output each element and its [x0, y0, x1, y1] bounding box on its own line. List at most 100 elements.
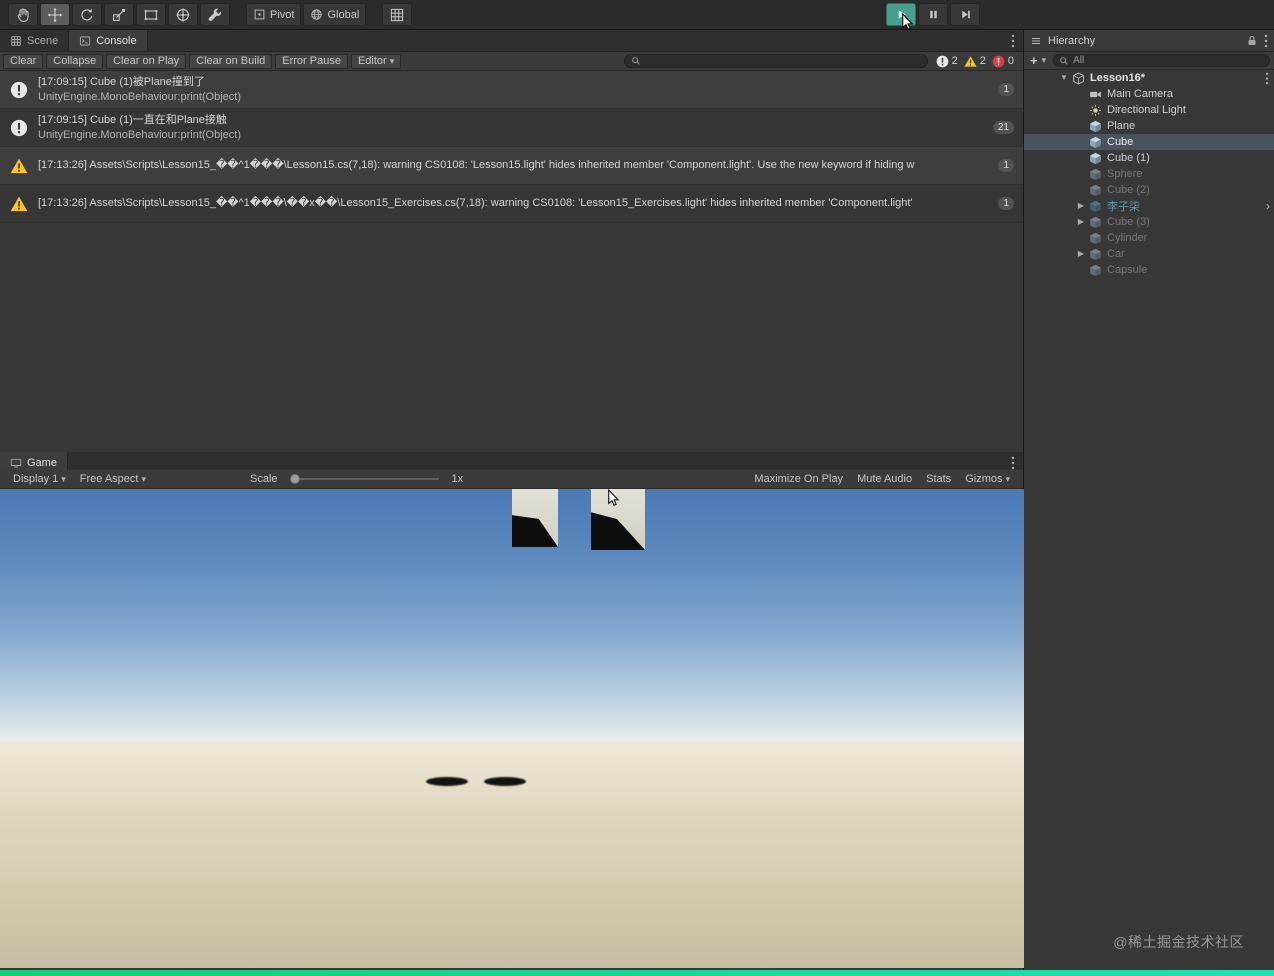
- hierarchy-item-inactive[interactable]: Car: [1024, 246, 1274, 262]
- log-message: [17:09:15] Cube (1)被Plane撞到了: [38, 75, 205, 88]
- item-label: 李子柒: [1107, 201, 1140, 213]
- mute-audio-button[interactable]: Mute Audio: [850, 473, 919, 485]
- global-toggle-button[interactable]: Global: [303, 3, 367, 26]
- expand-arrow-icon[interactable]: [1075, 201, 1087, 210]
- item-label: Cube: [1107, 136, 1134, 148]
- console-panel-menu-button[interactable]: [1003, 30, 1023, 51]
- scale-slider-knob[interactable]: [289, 474, 300, 484]
- cylinder-icon: [1089, 232, 1102, 245]
- aspect-dropdown[interactable]: Free Aspect: [73, 470, 153, 488]
- hierarchy-item[interactable]: Plane: [1024, 118, 1274, 134]
- create-object-button[interactable]: [1028, 53, 1048, 68]
- move-tool-icon: [47, 7, 63, 23]
- hierarchy-search-input[interactable]: All: [1053, 54, 1270, 67]
- search-icon: [1059, 56, 1069, 66]
- console-log-row[interactable]: [17:09:15] Cube (1)被Plane撞到了 UnityEngine…: [0, 71, 1023, 109]
- step-button[interactable]: [950, 3, 980, 26]
- clear-on-play-button[interactable]: Clear on Play: [106, 53, 187, 69]
- open-prefab-arrow[interactable]: [1266, 198, 1270, 214]
- grid-snap-button[interactable]: [382, 3, 413, 26]
- game-toolbar: Display 1 Free Aspect Scale 1x Maximize …: [0, 470, 1023, 489]
- hierarchy-scene-row[interactable]: Lesson16*: [1024, 70, 1274, 86]
- log-count-toggle[interactable]: 2: [936, 55, 958, 68]
- scale-value: 1x: [451, 473, 464, 485]
- sphere-icon: [1089, 168, 1102, 181]
- console-search-input[interactable]: [623, 54, 928, 68]
- clear-button[interactable]: Clear: [3, 53, 44, 69]
- log-message: [17:09:15] Cube (1)一直在和Plane接触: [38, 113, 227, 126]
- error-pause-button[interactable]: Error Pause: [275, 53, 348, 69]
- scale-tool-button[interactable]: [104, 3, 134, 26]
- main-panel-column: Scene Console Clear Collapse Clear on Pl…: [0, 30, 1024, 976]
- log-icon: [10, 81, 28, 99]
- hand-tool-button[interactable]: [8, 3, 38, 26]
- hierarchy-item-inactive[interactable]: Sphere: [1024, 166, 1274, 182]
- collapse-count-badge: 1: [998, 197, 1014, 210]
- hierarchy-item[interactable]: Directional Light: [1024, 102, 1274, 118]
- search-icon: [631, 56, 641, 66]
- wrench-icon: [207, 7, 223, 23]
- console-warning-row[interactable]: [17:13:26] Assets\Scripts\Lesson15_��^1�…: [0, 147, 1023, 185]
- expand-arrow-icon[interactable]: [1075, 249, 1087, 258]
- game-tab-label: Game: [27, 456, 57, 469]
- hierarchy-item-inactive[interactable]: Cube (2): [1024, 182, 1274, 198]
- maximize-on-play-button[interactable]: Maximize On Play: [747, 473, 850, 485]
- search-filter-value: All: [1073, 55, 1085, 66]
- hierarchy-item[interactable]: Main Camera: [1024, 86, 1274, 102]
- kebab-menu-icon[interactable]: [1264, 34, 1268, 48]
- scale-slider[interactable]: [289, 474, 439, 484]
- hierarchy-item-selected[interactable]: Cube: [1024, 134, 1274, 150]
- gizmos-dropdown[interactable]: Gizmos: [958, 473, 1017, 485]
- custom-tool-button[interactable]: [200, 3, 230, 26]
- editor-dropdown[interactable]: Editor: [350, 53, 402, 69]
- hierarchy-toolbar: All: [1024, 52, 1274, 70]
- pivot-toggle-button[interactable]: Pivot: [246, 3, 302, 26]
- transform-tool-button[interactable]: [168, 3, 198, 26]
- console-warning-row[interactable]: [17:13:26] Assets\Scripts\Lesson15_��^1�…: [0, 185, 1023, 223]
- clear-on-build-button[interactable]: Clear on Build: [189, 53, 273, 69]
- console-tab-icon: [79, 35, 91, 47]
- rotate-tool-icon: [79, 7, 95, 23]
- pause-button[interactable]: [918, 3, 948, 26]
- cube-icon: [1089, 136, 1102, 149]
- tab-scene[interactable]: Scene: [0, 30, 70, 51]
- pivot-icon: [253, 8, 266, 21]
- display-dropdown[interactable]: Display 1: [6, 470, 73, 488]
- global-label: Global: [327, 8, 360, 21]
- game-viewport[interactable]: [0, 489, 1024, 968]
- hierarchy-item[interactable]: Cube (1): [1024, 150, 1274, 166]
- move-tool-button[interactable]: [40, 3, 70, 26]
- stats-button[interactable]: Stats: [919, 473, 958, 485]
- console-log-list: [17:09:15] Cube (1)被Plane撞到了 UnityEngine…: [0, 71, 1023, 452]
- item-label: Plane: [1107, 120, 1136, 132]
- capsule-icon: [1089, 264, 1102, 277]
- tab-console[interactable]: Console: [69, 30, 148, 51]
- expand-arrow-icon[interactable]: [1058, 73, 1070, 82]
- rotate-tool-button[interactable]: [72, 3, 102, 26]
- rect-tool-button[interactable]: [136, 3, 166, 26]
- hierarchy-item-inactive[interactable]: Cube (3): [1024, 214, 1274, 230]
- watermark-text: @稀土掘金技术社区: [1113, 934, 1244, 950]
- item-label: Cylinder: [1107, 232, 1148, 244]
- scale-tool-icon: [111, 7, 127, 23]
- scene-asset-icon: [1072, 72, 1085, 85]
- light-icon: [1089, 104, 1102, 117]
- lock-icon[interactable]: [1246, 35, 1258, 47]
- hierarchy-item-inactive[interactable]: Cylinder: [1024, 230, 1274, 246]
- error-count-toggle[interactable]: 0: [992, 55, 1014, 68]
- pause-icon: [927, 8, 940, 21]
- scene-menu-button[interactable]: [1265, 72, 1269, 85]
- warning-count-toggle[interactable]: 2: [964, 55, 986, 68]
- expand-arrow-icon[interactable]: [1075, 217, 1087, 226]
- ground-plane: [0, 741, 1024, 968]
- hierarchy-item-inactive[interactable]: Capsule: [1024, 262, 1274, 278]
- console-log-row[interactable]: [17:09:15] Cube (1)一直在和Plane接触 UnityEngi…: [0, 109, 1023, 147]
- mouse-cursor: [901, 13, 914, 32]
- collapse-button[interactable]: Collapse: [46, 53, 104, 69]
- log-count: 2: [951, 55, 958, 67]
- error-count: 0: [1007, 55, 1014, 67]
- item-label: Directional Light: [1107, 104, 1186, 116]
- rect-tool-icon: [143, 7, 159, 23]
- editor-toolbar: Pivot Global: [0, 0, 1274, 30]
- hierarchy-item-prefab[interactable]: 李子柒: [1024, 198, 1274, 214]
